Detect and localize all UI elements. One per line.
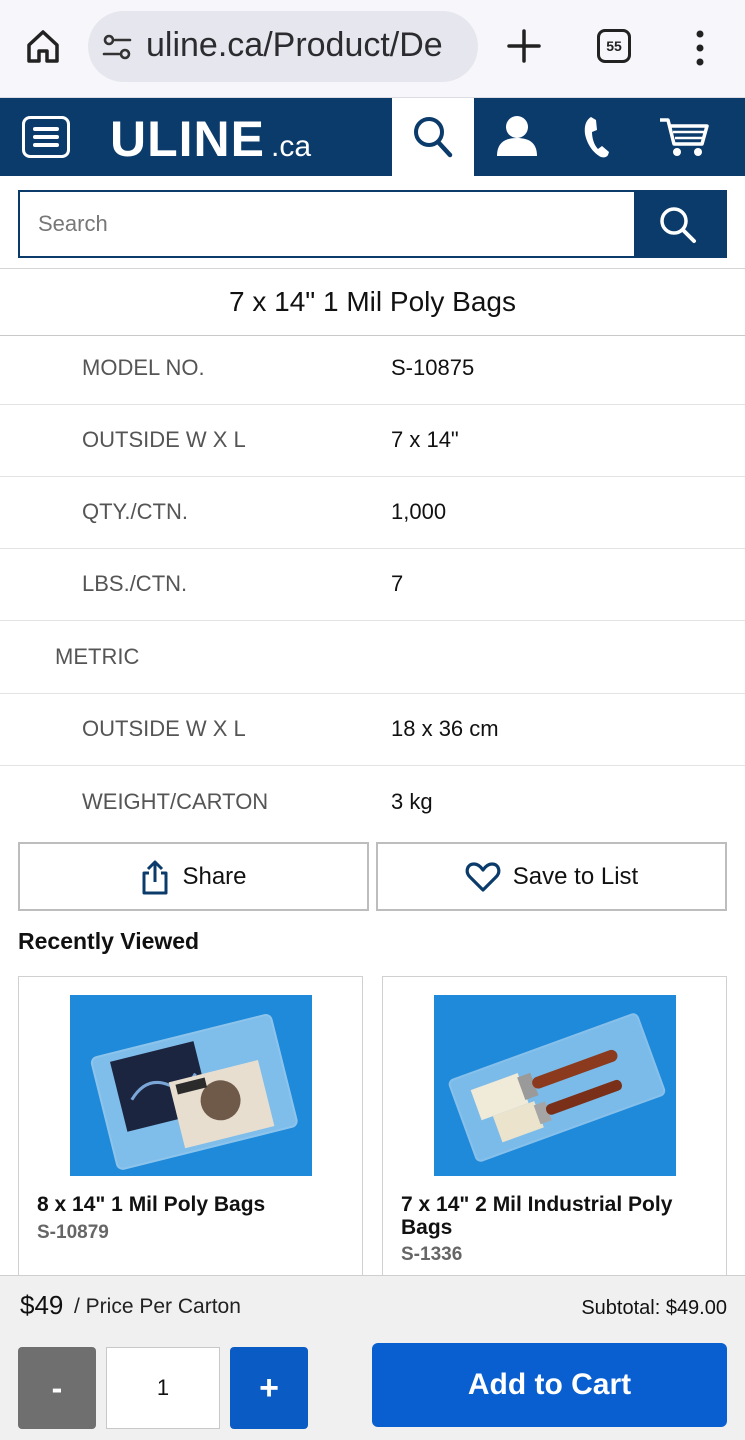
product-name[interactable]: 8 x 14" 1 Mil Poly Bags	[37, 1193, 347, 1216]
share-label: Share	[182, 862, 247, 890]
url-text[interactable]: uline.ca/Product/De	[146, 26, 464, 65]
address-bar[interactable]: uline.ca/Product/De	[88, 11, 478, 82]
home-icon[interactable]	[24, 27, 62, 65]
product-title: 7 x 14" 1 Mil Poly Bags	[229, 286, 516, 317]
subtotal: Subtotal: $49.00	[581, 1297, 727, 1319]
spec-row: OUTSIDE W X L 7 x 14"	[0, 405, 745, 477]
spec-row: QTY./CTN. 1,000	[0, 477, 745, 549]
spec-value: 7	[391, 571, 404, 596]
product-thumbnail[interactable]	[70, 995, 312, 1176]
spec-section-row: METRIC	[0, 622, 745, 694]
account-icon[interactable]	[494, 114, 540, 158]
search-input[interactable]	[20, 192, 636, 256]
price: $49	[20, 1290, 64, 1320]
spec-value: 3 kg	[391, 789, 433, 814]
product-sku: S-10879	[37, 1222, 109, 1243]
logo-domain: .ca	[271, 130, 312, 163]
spec-row: OUTSIDE W X L 18 x 36 cm	[0, 694, 745, 766]
spec-value: 1,000	[391, 499, 447, 524]
share-icon	[142, 860, 168, 894]
save-to-list-label: Save to List	[512, 862, 639, 890]
search-bar	[18, 190, 727, 258]
add-to-cart-button[interactable]: Add to Cart	[372, 1343, 727, 1427]
increase-quantity-button[interactable]: +	[230, 1347, 308, 1429]
share-button[interactable]: Share	[18, 842, 369, 911]
recently-viewed-card[interactable]: 7 x 14" 2 Mil Industrial Poly Bags S-133…	[382, 976, 727, 1276]
product-thumbnail[interactable]	[434, 995, 676, 1176]
product-name[interactable]: 7 x 14" 2 Mil Industrial Poly Bags	[401, 1193, 711, 1239]
hamburger-menu-icon[interactable]	[22, 116, 70, 158]
spec-section-heading: METRIC	[55, 644, 140, 669]
heart-icon	[465, 861, 501, 892]
browser-toolbar: uline.ca/Product/De 55	[0, 0, 745, 98]
site-settings-icon[interactable]	[102, 33, 132, 61]
spec-label: OUTSIDE W X L	[82, 427, 246, 452]
spec-row: WEIGHT/CARTON 3 kg	[0, 767, 745, 839]
uline-logo[interactable]: ULINE .ca	[110, 110, 311, 168]
spec-value: 7 x 14"	[391, 427, 459, 452]
price-unit: / Price Per Carton	[74, 1295, 241, 1318]
search-icon	[414, 117, 453, 158]
recently-viewed-card[interactable]: 8 x 14" 1 Mil Poly Bags S-10879	[18, 976, 363, 1276]
add-to-cart-bar: $49 / Price Per Carton Subtotal: $49.00 …	[0, 1275, 745, 1440]
site-header: ULINE .ca	[0, 98, 745, 176]
spec-label: LBS./CTN.	[82, 571, 188, 596]
more-options-icon[interactable]	[690, 28, 710, 68]
recently-viewed-heading: Recently Viewed	[18, 928, 200, 954]
save-to-list-button[interactable]: Save to List	[376, 842, 727, 911]
spec-label: QTY./CTN.	[82, 499, 188, 524]
spec-row: MODEL NO. S-10875	[0, 333, 745, 405]
spec-label: WEIGHT/CARTON	[82, 789, 269, 814]
cart-icon[interactable]	[658, 116, 710, 158]
tab-switcher-button[interactable]: 55	[597, 29, 631, 63]
search-icon	[660, 207, 696, 243]
spec-value: S-10875	[391, 355, 475, 380]
spec-row: LBS./CTN. 7	[0, 549, 745, 621]
phone-icon[interactable]	[582, 114, 616, 160]
product-sku: S-1336	[401, 1244, 463, 1265]
search-toggle-button[interactable]	[392, 98, 474, 176]
new-tab-icon[interactable]	[504, 26, 544, 66]
spec-value: 18 x 36 cm	[391, 716, 499, 741]
decrease-quantity-button[interactable]: -	[18, 1347, 96, 1429]
search-submit-button[interactable]	[634, 192, 725, 256]
quantity-input[interactable]	[106, 1347, 220, 1429]
logo-wordmark: ULINE	[110, 111, 265, 167]
product-title-bar: 7 x 14" 1 Mil Poly Bags	[0, 268, 745, 336]
spec-label: OUTSIDE W X L	[82, 716, 246, 741]
spec-label: MODEL NO.	[82, 355, 205, 380]
